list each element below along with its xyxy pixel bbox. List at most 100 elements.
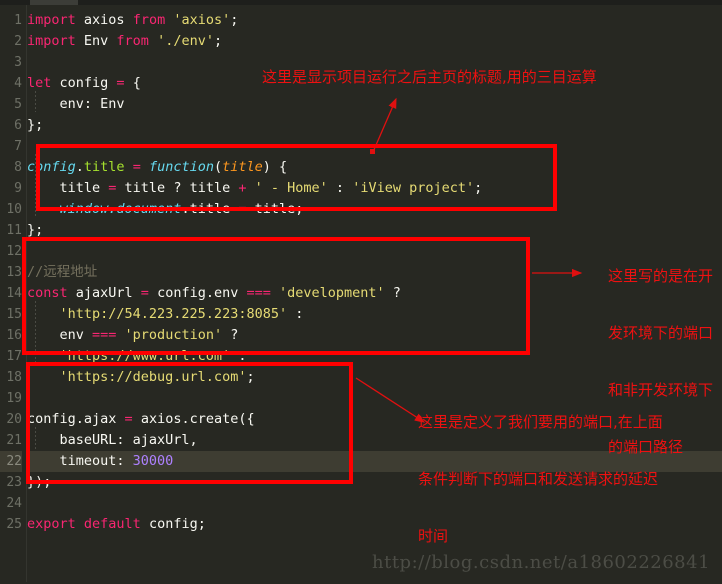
token-ternary: ? xyxy=(222,327,239,343)
line-number: 21 xyxy=(6,433,22,448)
token-punctuation: ( xyxy=(214,159,223,175)
token-identifier: axios xyxy=(75,12,133,28)
code-line-8[interactable]: config.title = function(title) { xyxy=(27,157,287,178)
token-operator: === xyxy=(246,285,271,301)
token-string: 'iView project' xyxy=(352,180,475,196)
token-string: ' - Home' xyxy=(246,180,328,196)
line-number: 15 xyxy=(6,307,22,322)
token-identifier: title xyxy=(181,180,239,196)
token-identifier: env: Env xyxy=(27,96,125,112)
token-identifier: env xyxy=(27,327,93,343)
line-number-gutter: 1 2 3 4 5 6 7 8 9 10 11 12 13 14 15 16 1… xyxy=(0,5,27,582)
token-parameter: title xyxy=(222,159,263,175)
code-line-9[interactable]: title = title ? title + ' - Home' : 'iVi… xyxy=(27,178,483,199)
code-line-14[interactable]: const ajaxUrl = config.env === 'developm… xyxy=(27,283,401,304)
line-number: 13 xyxy=(6,265,22,280)
token-keyword: from xyxy=(132,12,166,28)
token-operator: = xyxy=(116,75,125,91)
axios-create-note-line: 条件判断下的端口和发送请求的延迟 xyxy=(418,470,659,488)
code-line-6[interactable]: }; xyxy=(27,115,43,136)
title-note: 这里是显示项目运行之后主页的标题,用的三目运算 xyxy=(262,30,597,125)
ajaxurl-note-line: 发环境下的端口 xyxy=(608,324,714,342)
line-number: 25 xyxy=(6,517,22,532)
token-keyword: default xyxy=(75,516,141,532)
token-object: window.document xyxy=(27,201,182,217)
token-string: 'axios' xyxy=(165,12,231,28)
code-editor[interactable]: 1 2 3 4 5 6 7 8 9 10 11 12 13 14 15 16 1… xyxy=(0,0,722,582)
title-note-line: 这里是显示项目运行之后主页的标题,用的三目运算 xyxy=(262,68,597,86)
code-line-20[interactable]: config.ajax = axios.create({ xyxy=(27,409,255,430)
token-punctuation: ; xyxy=(197,516,206,532)
token-punctuation: . xyxy=(75,159,84,175)
line-number: 18 xyxy=(6,370,22,385)
line-number: 12 xyxy=(6,244,22,259)
code-line-25[interactable]: export default config; xyxy=(27,514,206,535)
token-operator: === xyxy=(92,327,117,343)
token-keyword: from xyxy=(116,33,149,49)
token-keyword: import xyxy=(27,33,76,49)
token-string: 'production' xyxy=(116,327,223,343)
token-comment: //远程地址 xyxy=(27,264,98,280)
code-line-1[interactable]: import axios from 'axios'; xyxy=(27,10,238,31)
token-identifier: title; xyxy=(246,201,304,217)
token-object: config xyxy=(27,159,76,175)
code-line-21[interactable]: baseURL: ajaxUrl, xyxy=(27,430,198,451)
token-string: 'https://www.url.com' xyxy=(27,348,231,364)
code-line-15[interactable]: 'http://54.223.225.223:8085' : xyxy=(27,304,304,325)
line-number: 14 xyxy=(6,286,22,301)
token-function-keyword: function xyxy=(148,159,215,175)
token-identifier: config xyxy=(140,516,198,532)
token-punctuation: ; xyxy=(213,33,223,49)
token-identifier: config.env xyxy=(148,285,247,301)
token-string: 'https://debug.url.com' xyxy=(27,369,247,385)
line-number: 2 xyxy=(14,34,22,49)
line-number: 1 xyxy=(14,13,22,28)
token-identifier: title xyxy=(116,180,174,196)
token-punctuation: : xyxy=(327,180,353,196)
token-identifier: title xyxy=(27,180,109,196)
code-line-18[interactable]: 'https://debug.url.com'; xyxy=(27,367,255,388)
code-line-16[interactable]: env === 'production' ? xyxy=(27,325,239,346)
line-number: 17 xyxy=(6,349,22,364)
token-punctuation: }; xyxy=(27,117,44,133)
token-string: './env' xyxy=(148,33,214,49)
token-punctuation: ; xyxy=(474,180,483,196)
token-ternary: ? xyxy=(384,285,401,301)
token-operator: = xyxy=(140,285,149,301)
token-operator: = xyxy=(124,411,133,427)
axios-create-note-line: 这里是定义了我们要用的端口,在上面 xyxy=(418,413,663,431)
token-punctuation: ) { xyxy=(262,159,288,175)
axios-create-note-line: 时间 xyxy=(418,527,449,545)
code-line-5[interactable]: env: Env xyxy=(27,94,125,115)
code-line-13[interactable]: //远程地址 xyxy=(27,262,97,283)
token-string: 'http://54.223.225.223:8085' xyxy=(27,306,288,322)
token-keyword: export xyxy=(27,516,76,532)
token-punctuation: ; xyxy=(246,369,255,385)
line-number: 4 xyxy=(14,76,22,91)
token-punctuation: ; xyxy=(230,12,239,28)
token-keyword: import xyxy=(27,12,76,28)
code-line-17[interactable]: 'https://www.url.com' : xyxy=(27,346,247,367)
line-number: 5 xyxy=(14,97,22,112)
token-punctuation: ({ xyxy=(238,411,255,427)
code-line-11[interactable]: }; xyxy=(27,220,43,241)
token-identifier: ajaxUrl xyxy=(67,285,141,301)
token-identifier: config xyxy=(51,75,117,91)
code-line-10[interactable]: window.document.title = title; xyxy=(27,199,304,220)
token-identifier: timeout: xyxy=(27,453,133,469)
line-number: 6 xyxy=(14,118,22,133)
code-line-23[interactable]: }); xyxy=(27,472,51,493)
token-identifier: Env xyxy=(75,33,117,49)
line-number-current: 22 xyxy=(0,451,22,472)
token-identifier: baseURL: ajaxUrl, xyxy=(27,432,198,448)
line-number: 23 xyxy=(6,475,22,490)
token-punctuation: : xyxy=(230,348,247,364)
code-line-2[interactable]: import Env from './env'; xyxy=(27,31,222,52)
line-number: 3 xyxy=(14,55,22,70)
token-identifier: axios.create xyxy=(132,411,239,427)
code-line-4[interactable]: let config = { xyxy=(27,73,141,94)
line-number: 8 xyxy=(14,160,22,175)
token-operator: = xyxy=(238,201,247,217)
token-identifier: config.ajax xyxy=(27,411,125,427)
